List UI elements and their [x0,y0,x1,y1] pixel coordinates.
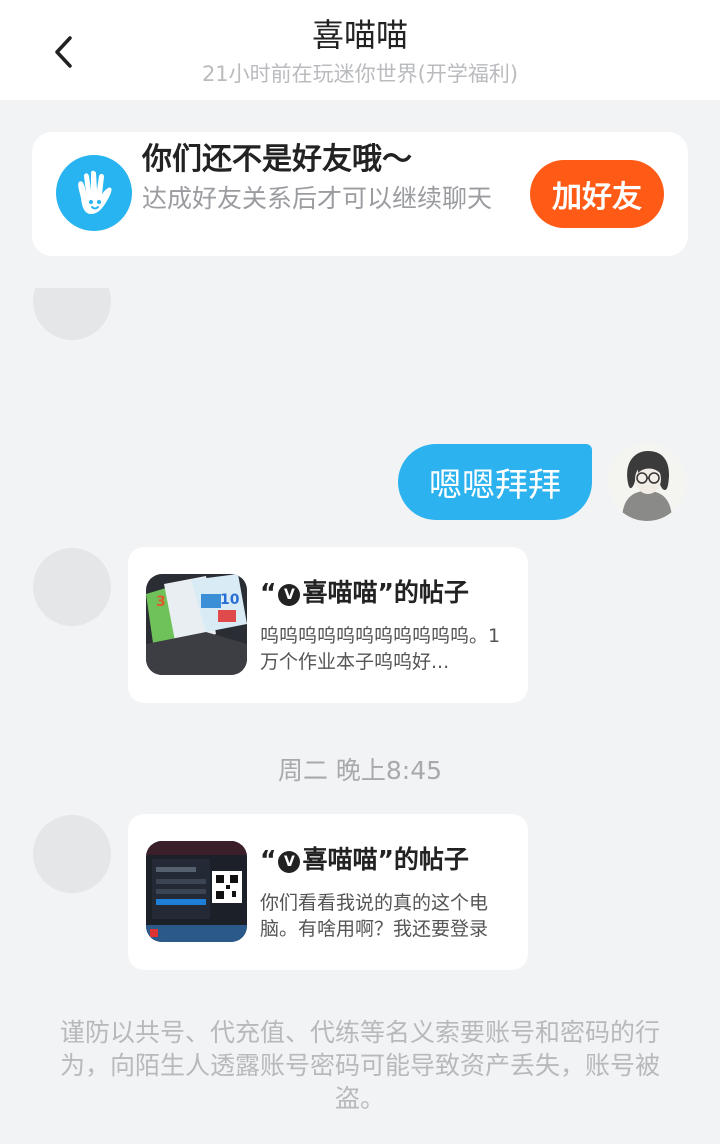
shared-post-card[interactable]: 3 10 “V 喜喵喵”的帖子 呜呜呜呜呜呜呜呜呜呜呜。1万个作业本子呜呜好... [128,547,528,703]
my-avatar[interactable] [608,443,686,521]
svg-text:10: 10 [220,592,240,608]
friend-notice-card: 你们还不是好友哦～ 达成好友关系后才可以继续聊天 加好友 [32,132,688,256]
verified-badge-icon: V [278,584,301,606]
page-title: 喜喵喵 [311,16,408,54]
friend-notice-title: 你们还不是好友哦～ [142,142,412,177]
post-thumbnail: 3 10 [146,574,247,675]
avatar[interactable] [33,288,111,340]
message-timestamp: 周二 晚上8:45 [277,756,443,785]
security-warning: 谨防以共号、代充值、代练等名义索要账号和密码的行为，向陌生人透露账号密码可能导致… [60,1018,661,1113]
chat-header: 喜喵喵 21小时前在玩迷你世界(开学福利) [0,0,720,100]
verified-badge-icon: V [278,851,301,873]
post-title: “V 喜喵喵”的帖子 [260,578,469,607]
status-subtitle: 21小时前在玩迷你世界(开学福利) [201,62,519,86]
svg-text:3: 3 [156,594,166,610]
post-title: “V 喜喵喵”的帖子 [260,845,469,874]
shared-post-card[interactable]: “V 喜喵喵”的帖子 你们看看我说的真的这个电脑。有啥用啊？我还要登录 [128,814,528,970]
avatar[interactable] [33,548,111,626]
outgoing-message-bubble[interactable]: 嗯嗯拜拜 [398,444,592,520]
post-thumbnail [146,841,247,942]
post-description: 呜呜呜呜呜呜呜呜呜呜呜。1万个作业本子呜呜好... [260,625,501,673]
friend-notice-description: 达成好友关系后才可以继续聊天 [142,184,493,213]
hand-wave-icon [56,155,132,231]
avatar[interactable] [33,815,111,893]
post-description: 你们看看我说的真的这个电脑。有啥用啊？我还要登录 [260,892,489,940]
add-friend-button[interactable]: 加好友 [530,160,664,228]
